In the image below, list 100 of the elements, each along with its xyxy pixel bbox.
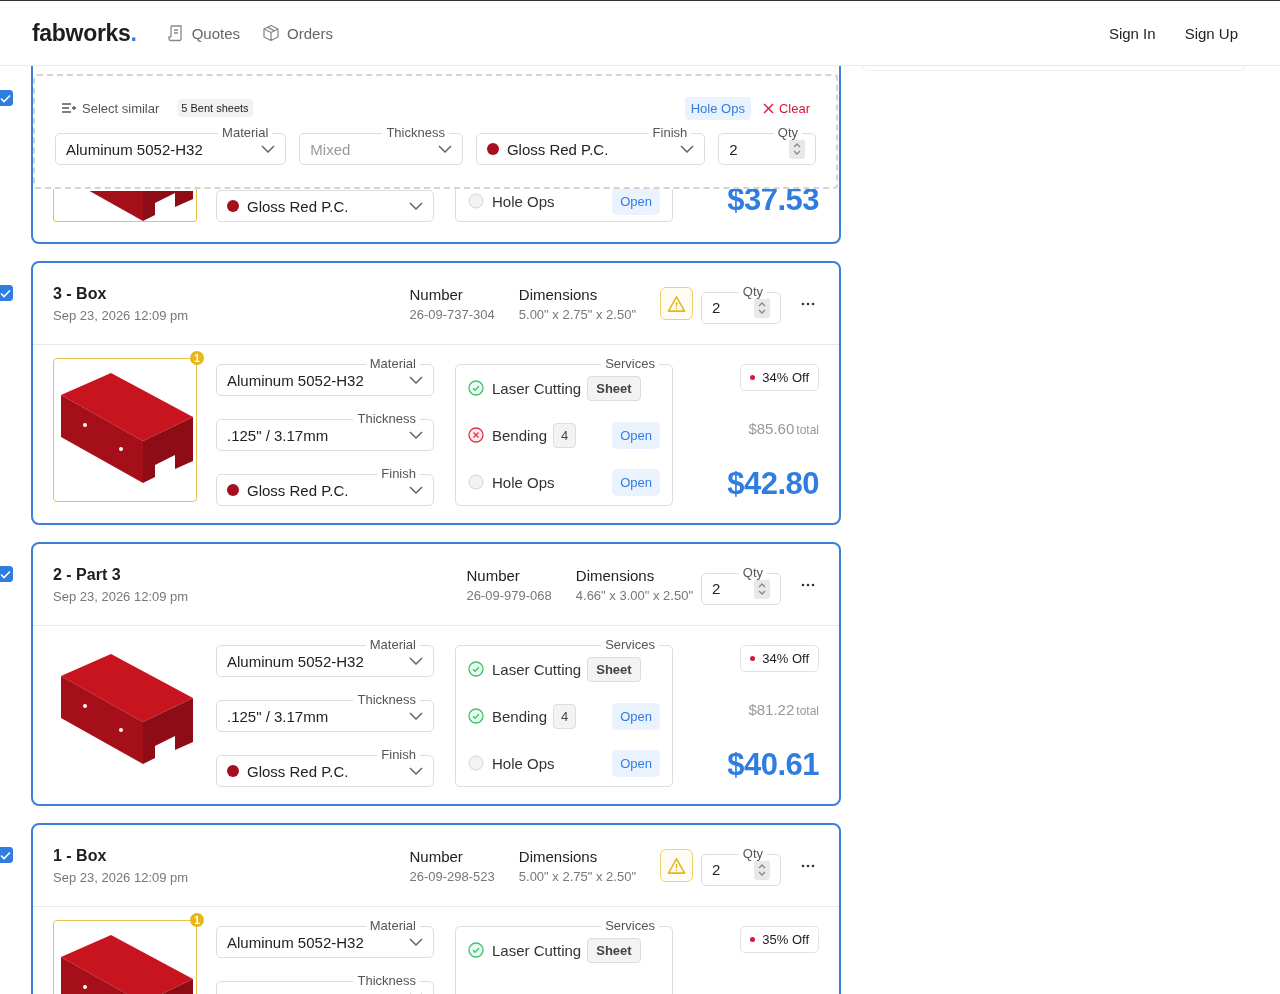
selection-count: 5 Bent sheets — [177, 99, 253, 117]
stepper-icon[interactable] — [754, 297, 770, 318]
unit-price: $40.61 — [727, 747, 819, 783]
bend-count: 4 — [553, 422, 577, 448]
open-button[interactable]: Open — [612, 187, 660, 215]
logo[interactable]: fabworks. — [32, 19, 137, 47]
dimensions-label: Dimensions — [518, 285, 599, 303]
total-label: total — [796, 422, 819, 437]
chevron-down-icon — [409, 712, 423, 720]
notice-badge: 1 — [190, 351, 204, 365]
part-date: Sep 23, 2026 12:09 pm — [53, 588, 189, 604]
discount-badge: 35% Off — [740, 926, 819, 953]
check-circle-icon — [468, 708, 484, 724]
total-label: total — [796, 703, 819, 718]
service-name: Laser Cutting — [492, 379, 582, 397]
field-label: Material — [365, 918, 420, 933]
part-title: 2 - Part 3 — [53, 565, 122, 584]
field-label: Material — [365, 637, 420, 652]
discount-badge: 34% Off — [740, 645, 819, 672]
select-field[interactable]: Gloss Red P.C. — [216, 190, 434, 222]
filter-chip[interactable]: Hole Ops — [684, 96, 751, 120]
service-name: Bending — [492, 426, 548, 444]
part-number: 26-09-979-068 — [466, 587, 552, 603]
open-button[interactable]: Open — [612, 421, 660, 449]
open-button[interactable]: Open — [612, 702, 660, 730]
chevron-down-icon — [409, 486, 423, 494]
empty-circle-icon — [468, 755, 484, 771]
chevron-down-icon — [409, 938, 423, 946]
number-label: Number — [409, 847, 464, 865]
more-icon — [801, 582, 815, 587]
service-name: Bending — [492, 707, 548, 725]
field-label: Thickness — [353, 411, 420, 426]
service-name: Laser Cutting — [492, 660, 582, 678]
part-title: 1 - Box — [53, 846, 108, 865]
row-checkbox[interactable] — [0, 847, 13, 863]
empty-circle-icon — [468, 474, 484, 490]
field-label: Material — [218, 125, 273, 140]
warning-icon — [667, 856, 686, 875]
chevron-down-icon — [409, 431, 423, 439]
part-number: 26-09-737-304 — [409, 306, 495, 322]
total-price: $85.60 — [748, 419, 795, 437]
unit-price: $37.53 — [727, 182, 819, 218]
open-button[interactable]: Open — [612, 468, 660, 496]
stepper-icon[interactable] — [754, 859, 770, 880]
close-icon — [762, 102, 774, 114]
field-label: Thickness — [382, 125, 449, 140]
service-tag: Sheet — [587, 375, 641, 401]
service-name: Hole Ops — [492, 754, 555, 772]
more-icon — [801, 863, 815, 868]
part-number: 26-09-298-523 — [409, 868, 495, 884]
chevron-down-icon — [409, 202, 423, 210]
field-label: Material — [365, 356, 420, 371]
part-dimensions: 5.00" x 2.75" x 2.50" — [518, 868, 636, 884]
part-title: 3 - Box — [53, 284, 108, 303]
empty-circle-icon — [468, 193, 484, 209]
x-circle-icon — [468, 427, 484, 443]
field-label: Services — [601, 356, 659, 371]
part-dimensions: 5.00" x 2.75" x 2.50" — [518, 306, 636, 322]
service-name: Hole Ops — [492, 473, 555, 491]
field-label: Services — [601, 918, 659, 933]
nav-link[interactable]: Orders — [262, 24, 333, 42]
clear-button[interactable]: Clear — [762, 100, 810, 116]
stepper-icon[interactable] — [789, 139, 805, 159]
check-circle-icon — [468, 380, 484, 396]
service-name: Laser Cutting — [492, 941, 582, 959]
chevron-down-icon — [409, 376, 423, 384]
warning-icon — [667, 294, 686, 313]
list-icon — [61, 102, 76, 114]
field-label: Finish — [377, 466, 420, 481]
field-label: Thickness — [353, 973, 420, 988]
part-date: Sep 23, 2026 12:09 pm — [53, 869, 189, 885]
chevron-down-icon — [680, 145, 695, 153]
row-checkbox[interactable] — [0, 90, 13, 106]
field-label: Finish — [648, 125, 692, 140]
auth-link[interactable]: Sign In — [1108, 24, 1156, 42]
field-label: Finish — [377, 747, 420, 762]
auth-link[interactable]: Sign Up — [1184, 24, 1238, 42]
unit-price: $42.80 — [727, 466, 819, 502]
chevron-down-icon — [261, 145, 276, 153]
service-tag: Sheet — [587, 937, 641, 963]
cube-icon — [262, 24, 281, 42]
row-checkbox[interactable] — [0, 285, 13, 301]
part-dimensions: 4.66" x 3.00" x 2.50" — [575, 587, 693, 603]
field-label: Qty — [773, 125, 802, 140]
service-tag: Sheet — [587, 656, 641, 682]
bend-count: 4 — [553, 703, 577, 729]
dimensions-label: Dimensions — [575, 566, 656, 584]
check-circle-icon — [468, 942, 484, 958]
row-checkbox[interactable] — [0, 566, 13, 582]
more-icon — [801, 301, 815, 306]
service-name: Hole Ops — [492, 192, 555, 210]
total-price: $81.22 — [748, 700, 795, 718]
open-button[interactable]: Open — [612, 749, 660, 777]
stepper-icon[interactable] — [754, 578, 770, 599]
discount-badge: 34% Off — [740, 364, 819, 391]
chevron-down-icon — [437, 145, 452, 153]
nav-link[interactable]: Quotes — [166, 24, 241, 42]
document-icon — [166, 24, 185, 42]
dimensions-label: Dimensions — [518, 847, 599, 865]
select-similar-button[interactable]: Select similar — [61, 100, 160, 116]
